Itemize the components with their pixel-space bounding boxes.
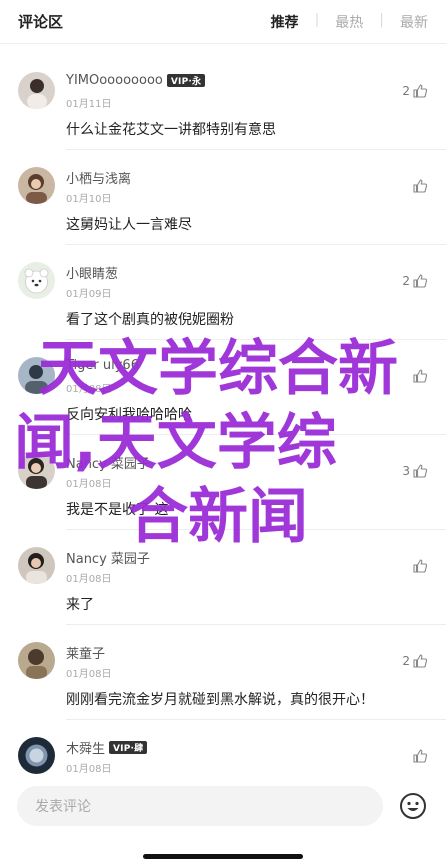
comment-input[interactable]: 发表评论 <box>17 786 383 826</box>
emoji-icon[interactable] <box>399 792 427 820</box>
name-row: YIMOoooooooo VIP·永 <box>66 73 206 88</box>
name-row: 莱童子 <box>66 643 105 662</box>
comment-text: 刚刚看完流金岁月就碰到黑水解说，真的很开心！ <box>66 692 374 708</box>
comment-date: 01月08日 <box>66 669 112 680</box>
username[interactable]: 小栖与浅离 <box>66 168 131 187</box>
comment-item: 小栖与浅离 01月10日 这舅妈让人一言难尽 <box>0 150 446 245</box>
tab-recommended[interactable]: 推荐 <box>271 12 299 32</box>
comment-text: 看了这个剧真的被倪妮圈粉 <box>66 312 234 328</box>
username[interactable]: YIMOoooooooo <box>66 73 163 88</box>
vip-badge: VIP·永 <box>166 74 206 87</box>
comment-text: 来了 <box>66 597 94 613</box>
tab-newest[interactable]: 最新 <box>400 12 428 32</box>
comment-item: 莱童子 01月08日 刚刚看完流金岁月就碰到黑水解说，真的很开心！ 2 <box>0 625 446 720</box>
comment-composer-bar: 发表评论 <box>0 780 446 868</box>
name-row: 小栖与浅离 <box>66 168 131 187</box>
username[interactable]: 莱童子 <box>66 643 105 662</box>
avatar[interactable] <box>18 72 55 109</box>
tab-hottest[interactable]: 最热 <box>335 12 363 32</box>
comment-item: 木舜生 VIP·肆 01月08日 <box>0 720 446 775</box>
vip-badge: VIP·肆 <box>109 741 148 754</box>
like-button[interactable]: 2 <box>402 83 428 99</box>
like-count: 2 <box>402 654 410 668</box>
like-button[interactable] <box>410 748 428 764</box>
comment-text: 什么让金花艾文一讲都特别有意思 <box>66 122 276 138</box>
comment-date: 01月09日 <box>66 289 112 300</box>
thumbs-up-icon <box>413 84 428 98</box>
name-row: 小眼睛葱 <box>66 263 118 282</box>
like-button[interactable]: 2 <box>402 273 428 289</box>
thumbs-up-icon <box>413 179 428 193</box>
watermark-line: 天文学综合新 <box>38 334 398 404</box>
watermark-line: 闻,天文学综 <box>14 408 337 478</box>
name-row: 木舜生 VIP·肆 <box>66 738 148 757</box>
page-title: 评论区 <box>18 13 64 31</box>
thumbs-up-icon <box>413 654 428 668</box>
comment-item: 小眼睛葱 01月09日 看了这个剧真的被倪妮圈粉 2 <box>0 245 446 340</box>
avatar[interactable] <box>18 642 55 679</box>
tab-divider: | <box>379 11 384 28</box>
like-button[interactable]: 2 <box>402 653 428 669</box>
comment-header: 评论区 推荐 | 最热 | 最新 <box>0 0 446 44</box>
avatar[interactable] <box>18 737 55 774</box>
home-indicator <box>143 854 303 859</box>
comment-text: 这舅妈让人一言难尽 <box>66 217 192 233</box>
overlay-watermark-text: 天文学综合新 闻,天文学综 合新闻 <box>14 332 444 554</box>
username[interactable]: 小眼睛葱 <box>66 263 118 282</box>
like-button[interactable] <box>410 558 428 574</box>
thumbs-up-icon <box>413 749 428 763</box>
like-count: 2 <box>402 274 410 288</box>
comment-date: 01月11日 <box>66 99 112 110</box>
thumbs-up-icon <box>413 274 428 288</box>
comment-date: 01月10日 <box>66 194 112 205</box>
tab-divider: | <box>314 11 320 28</box>
username[interactable]: 木舜生 <box>66 738 105 757</box>
like-count: 2 <box>402 84 410 98</box>
avatar[interactable] <box>18 167 55 204</box>
like-button[interactable] <box>410 178 428 194</box>
comment-date: 01月08日 <box>66 764 112 775</box>
watermark-line: 合新闻 <box>128 482 308 552</box>
comment-item: YIMOoooooooo VIP·永 01月11日 什么让金花艾文一讲都特别有意… <box>0 55 446 150</box>
comment-date: 01月08日 <box>66 574 112 585</box>
sort-tabs: 推荐 | 最热 | 最新 <box>271 12 428 32</box>
thumbs-up-icon <box>413 559 428 573</box>
avatar[interactable] <box>18 262 55 299</box>
comment-input-placeholder: 发表评论 <box>35 799 91 815</box>
